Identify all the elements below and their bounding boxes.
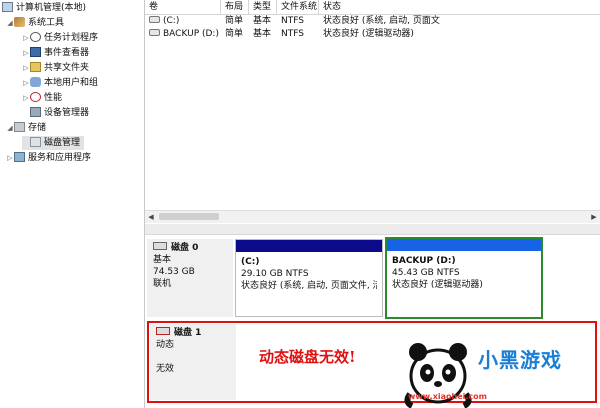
storage-icon: [14, 122, 25, 132]
tree-item-device-manager[interactable]: 设备管理器: [22, 106, 89, 120]
column-type[interactable]: 类型: [249, 0, 277, 14]
services-icon: [14, 152, 25, 162]
tree-item-event-viewer[interactable]: ▷ 事件查看器: [22, 46, 89, 60]
drive-icon: [149, 16, 160, 23]
volume-row[interactable]: (C:) 简单 基本 NTFS 状态良好 (系统, 启动, 页面文: [145, 15, 600, 28]
partition-c[interactable]: (C:) 29.10 GB NTFS 状态良好 (系统, 启动, 页面文件, 活: [235, 239, 383, 317]
tree-item-services-applications[interactable]: ▷ 服务和应用程序: [6, 151, 91, 165]
tree-item-computer-management[interactable]: 计算机管理(本地): [2, 1, 86, 15]
expand-arrow-icon[interactable]: ▷: [22, 61, 30, 75]
tools-icon: [14, 17, 25, 27]
expand-arrow-icon[interactable]: ▷: [6, 151, 14, 165]
share-icon: [30, 62, 41, 72]
tree-item-system-tools[interactable]: ◢ 系统工具: [6, 16, 64, 30]
collapse-arrow-icon[interactable]: ◢: [6, 16, 14, 30]
hard-disk-icon: [153, 242, 167, 250]
column-volume[interactable]: 卷: [145, 0, 221, 14]
dynamic-disk-invalid-annotation: 动态磁盘无效!: [259, 348, 356, 366]
navigation-tree: 计算机管理(本地) ◢ 系统工具 ▷ 任务计划程序 ▷ 事件查看器 ▷ 共享文件夹 ▷ 本…: [0, 0, 145, 408]
tree-item-shared-folders[interactable]: ▷ 共享文件夹: [22, 61, 89, 75]
disk-1-label[interactable]: 磁盘 1 动态 无效: [150, 324, 236, 400]
scrollbar-thumb[interactable]: [159, 213, 219, 220]
performance-icon: [30, 92, 41, 102]
column-filesystem[interactable]: 文件系统: [277, 0, 319, 14]
column-layout[interactable]: 布局: [221, 0, 249, 14]
expand-arrow-icon[interactable]: ▷: [22, 46, 30, 60]
tree-item-task-scheduler[interactable]: ▷ 任务计划程序: [22, 31, 98, 45]
disk-icon: [30, 137, 41, 147]
horizontal-scrollbar[interactable]: ◀ ▶: [145, 210, 600, 223]
pane-splitter[interactable]: [145, 224, 600, 235]
volume-row[interactable]: BACKUP (D:) 简单 基本 NTFS 状态良好 (逻辑驱动器): [145, 28, 600, 41]
scroll-right-icon[interactable]: ▶: [588, 211, 600, 223]
collapse-arrow-icon[interactable]: ◢: [6, 121, 14, 135]
tree-item-disk-management[interactable]: 磁盘管理: [22, 136, 85, 150]
expand-arrow-icon[interactable]: ▷: [22, 76, 30, 90]
drive-icon: [149, 29, 160, 36]
column-status[interactable]: 状态: [319, 0, 600, 14]
users-icon: [30, 77, 41, 87]
events-icon: [30, 47, 41, 57]
tree-item-storage[interactable]: ◢ 存储: [6, 121, 46, 135]
invalid-disk-icon: [156, 327, 170, 335]
scroll-left-icon[interactable]: ◀: [145, 211, 157, 223]
expand-arrow-icon[interactable]: ▷: [22, 31, 30, 45]
volume-list-header: 卷 布局 类型 文件系统 状态: [145, 0, 600, 15]
watermark-brand: 小黑游戏: [478, 348, 562, 372]
tree-item-local-users-groups[interactable]: ▷ 本地用户和组: [22, 76, 98, 90]
expand-arrow-icon[interactable]: ▷: [22, 91, 30, 105]
partition-d-bar: [387, 239, 541, 251]
disk-0-label[interactable]: 磁盘 0 基本 74.53 GB 联机: [147, 239, 233, 317]
partition-c-bar: [236, 240, 382, 252]
watermark-site: www.xiaohei.com: [408, 392, 487, 401]
device-manager-icon: [30, 107, 41, 117]
partition-backup-d[interactable]: BACKUP (D:) 45.43 GB NTFS 状态良好 (逻辑驱动器): [385, 237, 543, 319]
clock-icon: [30, 32, 41, 42]
computer-icon: [2, 2, 13, 12]
tree-item-performance[interactable]: ▷ 性能: [22, 91, 62, 105]
